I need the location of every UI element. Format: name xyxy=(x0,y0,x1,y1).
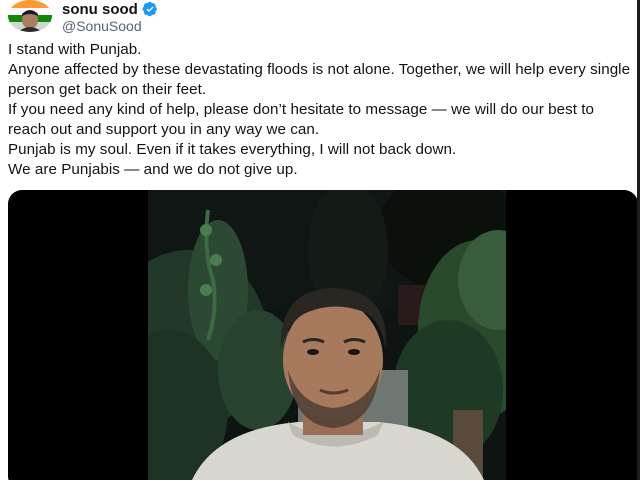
tweet-body: I stand with Punjab. Anyone affected by … xyxy=(8,40,636,180)
tweet-line: If you need any kind of help, please don… xyxy=(8,101,599,138)
user-handle[interactable]: @SonuSood xyxy=(62,18,158,34)
display-name[interactable]: sonu sood xyxy=(62,1,138,18)
tweet-card: sonu sood @SonuSood I stand with Punjab.… xyxy=(0,0,640,480)
user-names: sonu sood @SonuSood xyxy=(62,0,158,34)
profile-avatar-icon[interactable] xyxy=(8,0,52,32)
tweet-line: We are Punjabis — and we do not give up. xyxy=(8,161,298,178)
video-still-image xyxy=(148,190,506,480)
tweet-line: Anyone affected by these devastating flo… xyxy=(8,61,635,98)
video-frame[interactable] xyxy=(148,190,506,480)
tweet-line: I stand with Punjab. xyxy=(8,41,142,58)
video-player[interactable] xyxy=(8,190,638,480)
verified-badge-icon xyxy=(142,1,158,17)
display-name-row: sonu sood xyxy=(62,0,158,18)
tweet-line: Punjab is my soul. Even if it takes ever… xyxy=(8,141,457,158)
tweet-header: sonu sood @SonuSood xyxy=(8,0,158,36)
